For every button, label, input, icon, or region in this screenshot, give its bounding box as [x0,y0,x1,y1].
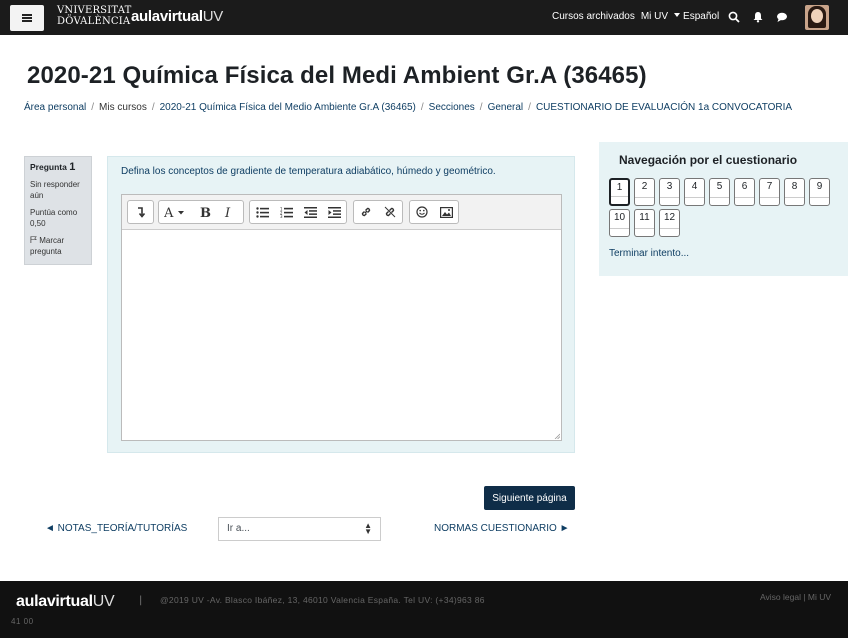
resize-handle-icon[interactable] [554,433,560,439]
answer-textarea[interactable] [122,231,561,440]
quiz-nav-button-9[interactable]: 9 [809,178,830,206]
footer-legal-links[interactable]: Aviso legal | Mi UV [760,592,831,602]
top-links: Cursos archivados Mi UV Español [552,11,731,22]
bell-icon[interactable] [751,10,765,24]
finish-attempt-link[interactable]: Terminar intento... [609,248,689,259]
goto-activity-select[interactable]: Ir a... ▲ ▼ [218,517,381,541]
aulavirtual-logo[interactable]: aulavirtualUV [131,8,223,25]
search-icon[interactable] [727,10,741,24]
footer-address: @2019 UV -Av. Blasco Ibáñez, 13, 46010 V… [160,595,485,605]
indent-icon[interactable] [322,201,346,223]
question-text: Defina los conceptos de gradiente de tem… [121,166,496,177]
footer-separator: | [139,595,143,606]
question-content: Defina los conceptos de gradiente de tem… [107,156,575,453]
breadcrumb-area-personal[interactable]: Área personal [24,102,86,113]
quiz-nav-button-5[interactable]: 5 [709,178,730,206]
quiz-nav-button-3[interactable]: 3 [659,178,680,206]
unlink-icon[interactable] [378,201,402,223]
font-color-icon[interactable]: A [159,201,193,223]
question-status: Sin responder aún [30,180,80,200]
quiz-navigation-title: Navegación por el cuestionario [619,153,798,167]
quiz-nav-button-2[interactable]: 2 [634,178,655,206]
prev-activity-link[interactable]: ◄ NOTAS_TEORÍA/TUTORÍAS [45,523,187,534]
breadcrumb-mis-cursos: Mis cursos [99,102,147,113]
quiz-nav-button-4[interactable]: 4 [684,178,705,206]
breadcrumb: Área personal / Mis cursos / 2020-21 Quí… [24,102,793,113]
language-menu[interactable]: Español [674,11,725,22]
next-page-button[interactable]: Siguiente página [484,486,575,510]
editor-toolbar: A B I 123 [122,195,561,230]
question-number: Pregunta 1 [30,161,76,173]
page-title: 2020-21 Química Física del Medi Ambient … [27,62,647,89]
user-avatar[interactable] [805,5,829,30]
breadcrumb-quiz[interactable]: CUESTIONARIO DE EVALUACIÓN 1a CONVOCATOR… [536,102,792,113]
quiz-nav-button-8[interactable]: 8 [784,178,805,206]
svg-text:B: B [200,206,211,218]
question-score: Puntúa como 0,50 [30,208,78,228]
quiz-nav-button-7[interactable]: 7 [759,178,780,206]
flag-icon [30,236,37,243]
quiz-nav-button-10[interactable]: 10 [609,209,630,237]
link-mi-uv[interactable]: Mi UV [641,11,668,22]
link-icon[interactable] [354,201,378,223]
breadcrumb-course[interactable]: 2020-21 Química Física del Medio Ambient… [160,102,416,113]
outdent-icon[interactable] [298,201,322,223]
emoji-icon[interactable] [410,201,434,223]
chat-icon[interactable] [775,10,789,24]
footer: aulavirtualUV | @2019 UV -Av. Blasco Ibá… [0,581,848,638]
footer-address-cont: 41 00 [11,617,34,626]
hamburger-icon [22,14,32,22]
svg-text:3: 3 [280,214,283,218]
image-icon[interactable] [434,201,458,223]
quiz-nav-button-6[interactable]: 6 [734,178,755,206]
bold-icon[interactable]: B [193,201,217,223]
top-icons [727,10,789,24]
breadcrumb-secciones[interactable]: Secciones [429,102,475,113]
link-cursos-archivados[interactable]: Cursos archivados [552,11,635,22]
flag-question[interactable]: Marcar pregunta [30,235,86,257]
breadcrumb-general[interactable]: General [488,102,524,113]
quiz-nav-button-1[interactable]: 1 [609,178,630,206]
question-info-panel: Pregunta 1 Sin responder aún Puntúa como… [24,156,92,265]
hamburger-menu-button[interactable] [10,5,44,31]
quiz-nav-button-12[interactable]: 12 [659,209,680,237]
top-navbar: VNIVERSITAT DÖVALÈNCIA aulavirtualUV Cur… [0,0,848,35]
ordered-list-icon[interactable]: 123 [274,201,298,223]
unordered-list-icon[interactable] [250,201,274,223]
show-more-icon[interactable] [128,201,153,223]
caret-down-icon [674,13,681,17]
svg-text:I: I [224,206,231,218]
select-arrows-icon: ▲ ▼ [364,521,372,536]
next-activity-link[interactable]: NORMAS CUESTIONARIO ► [434,523,569,534]
svg-text:A: A [164,206,174,218]
atto-editor: A B I 123 [121,194,562,441]
quiz-navigation-block: Navegación por el cuestionario 123456789… [599,142,848,276]
footer-logo[interactable]: aulavirtualUV [16,593,115,611]
universitat-valencia-logo[interactable]: VNIVERSITAT DÖVALÈNCIA [57,5,131,27]
quiz-nav-button-11[interactable]: 11 [634,209,655,237]
italic-icon[interactable]: I [217,201,241,223]
